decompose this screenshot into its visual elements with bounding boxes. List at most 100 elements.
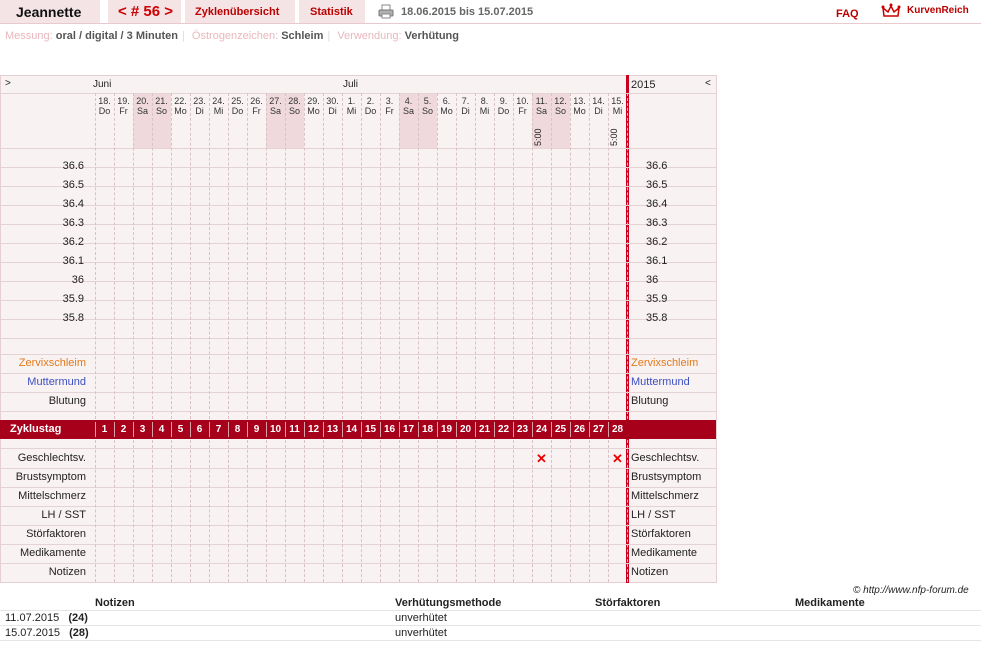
zyklustag-separator bbox=[304, 422, 305, 437]
zyklustag-cell[interactable]: 27 bbox=[589, 420, 608, 439]
day-number: 22. bbox=[174, 96, 187, 106]
row-date: 15.07.2015 bbox=[5, 627, 61, 639]
zyklustag-separator bbox=[342, 422, 343, 437]
tab-statistik[interactable]: Statistik bbox=[299, 0, 365, 23]
grid-column-line bbox=[152, 93, 153, 419]
print-icon[interactable] bbox=[378, 4, 394, 19]
day-name: So bbox=[421, 106, 433, 116]
zyklustag-separator bbox=[190, 422, 191, 437]
grid-column-line bbox=[570, 440, 571, 582]
grid-column-line bbox=[513, 93, 514, 419]
zyklustag-cell[interactable]: 12 bbox=[304, 420, 323, 439]
temp-label: 36 bbox=[71, 274, 84, 286]
temp-label-right: 36.6 bbox=[646, 160, 668, 172]
day-name: Mo bbox=[440, 106, 453, 116]
day-number: 4. bbox=[404, 96, 413, 106]
day-number: 23. bbox=[193, 96, 206, 106]
zyklustag-cell[interactable]: 24 bbox=[532, 420, 551, 439]
zyklustag-cell[interactable]: 4 bbox=[152, 420, 171, 439]
grid-column-line bbox=[285, 93, 286, 419]
zyklustag-cell[interactable]: 9 bbox=[247, 420, 266, 439]
grid-column-line bbox=[456, 93, 457, 419]
zyklustag-cell[interactable]: 6 bbox=[190, 420, 209, 439]
day-number: 28. bbox=[288, 96, 301, 106]
row-label-blutung-right: Blutung bbox=[631, 395, 669, 407]
row-day: (28) bbox=[69, 627, 89, 639]
intercourse-mark-icon[interactable]: ✕ bbox=[612, 451, 623, 467]
grid-column-line bbox=[513, 440, 514, 582]
table-row: 11.07.2015 (24) bbox=[5, 612, 88, 624]
grid-column-line bbox=[114, 93, 115, 419]
zyklustag-cell[interactable]: 10 bbox=[266, 420, 285, 439]
crown-logo-icon bbox=[881, 3, 901, 19]
zyklustag-cell[interactable]: 5 bbox=[171, 420, 190, 439]
day-name: Do bbox=[364, 106, 377, 116]
zyklustag-cell[interactable]: 20 bbox=[456, 420, 475, 439]
grid-column-line bbox=[114, 440, 115, 582]
zyklustag-separator bbox=[209, 422, 210, 437]
day-number: 24. bbox=[212, 96, 225, 106]
row-label-muttermund-right: Muttermund bbox=[631, 376, 690, 388]
tab-statistik-label[interactable]: Statistik bbox=[310, 0, 353, 24]
zyklustag-separator bbox=[152, 422, 153, 437]
temp-label-right: 36.1 bbox=[646, 255, 668, 267]
zyklustag-cell[interactable]: 26 bbox=[570, 420, 589, 439]
nav-prev-button[interactable]: > bbox=[5, 78, 11, 89]
day-number: 10. bbox=[516, 96, 529, 106]
grid-column-line bbox=[228, 93, 229, 419]
grid-column-line bbox=[361, 93, 362, 419]
zyklustag-cell[interactable]: 22 bbox=[494, 420, 513, 439]
zyklustag-cell[interactable]: 21 bbox=[475, 420, 494, 439]
temp-label-right: 36.2 bbox=[646, 236, 668, 248]
zyklustag-cell[interactable]: 7 bbox=[209, 420, 228, 439]
tab-zyklenuebersicht-label[interactable]: Zyklenübersicht bbox=[195, 0, 279, 24]
zyklustag-cell[interactable]: 11 bbox=[285, 420, 304, 439]
zyklustag-cell[interactable]: 14 bbox=[342, 420, 361, 439]
zyklustag-cell[interactable]: 2 bbox=[114, 420, 133, 439]
grid-column-line bbox=[418, 440, 419, 582]
zyklustag-cell[interactable]: 15 bbox=[361, 420, 380, 439]
zyklustag-cell[interactable]: 3 bbox=[133, 420, 152, 439]
row-label-zervixschleim: Zervixschleim bbox=[18, 357, 86, 369]
cycle-number[interactable]: < # 56 > bbox=[118, 0, 173, 24]
zyklustag-separator bbox=[456, 422, 457, 437]
grid-column-line bbox=[342, 93, 343, 419]
zyklustag-cell[interactable]: 1 bbox=[95, 420, 114, 439]
zyklustag-cell[interactable]: 8 bbox=[228, 420, 247, 439]
credit-link[interactable]: © http://www.nfp-forum.de bbox=[853, 585, 969, 596]
zyklustag-separator bbox=[570, 422, 571, 437]
cycle-nav[interactable]: < # 56 > bbox=[108, 0, 181, 23]
table-divider bbox=[0, 640, 981, 641]
zyklustag-cell[interactable]: 13 bbox=[323, 420, 342, 439]
zyklustag-cell[interactable]: 17 bbox=[399, 420, 418, 439]
day-number: 7. bbox=[461, 96, 470, 106]
temp-label: 36.2 bbox=[62, 236, 84, 248]
zyklustag-separator bbox=[228, 422, 229, 437]
row-label-right: Geschlechtsv. bbox=[631, 452, 700, 464]
grid-column-line bbox=[380, 440, 381, 582]
zyklustag-cell[interactable]: 19 bbox=[437, 420, 456, 439]
row-label: Störfaktoren bbox=[26, 528, 86, 540]
measure-time: 5:00 bbox=[609, 128, 619, 146]
zyklustag-cell[interactable]: 25 bbox=[551, 420, 570, 439]
intercourse-mark-icon[interactable]: ✕ bbox=[536, 451, 547, 467]
brand-name[interactable]: KurvenReich bbox=[907, 5, 969, 16]
grid-column-line bbox=[228, 440, 229, 582]
grid-column-line bbox=[551, 440, 552, 582]
zyklustag-cell[interactable]: 28 bbox=[608, 420, 627, 439]
zyklustag-cell[interactable]: 23 bbox=[513, 420, 532, 439]
temp-label-right: 36.5 bbox=[646, 179, 668, 191]
day-number: 27. bbox=[269, 96, 282, 106]
zyklustag-cell[interactable]: 18 bbox=[418, 420, 437, 439]
row-label-blutung: Blutung bbox=[48, 395, 86, 407]
zyklustag-cell[interactable]: 16 bbox=[380, 420, 399, 439]
day-name: Mo bbox=[307, 106, 320, 116]
nav-next-button[interactable]: < bbox=[705, 78, 711, 89]
faq-link[interactable]: FAQ bbox=[836, 8, 859, 20]
day-number: 11. bbox=[535, 96, 548, 106]
tab-zyklenuebersicht[interactable]: Zyklenübersicht bbox=[185, 0, 295, 23]
grid-column-line bbox=[190, 440, 191, 582]
grid-column-line bbox=[475, 440, 476, 582]
date-range: 18.06.2015 bis 15.07.2015 bbox=[401, 6, 534, 18]
day-number: 13. bbox=[573, 96, 586, 106]
